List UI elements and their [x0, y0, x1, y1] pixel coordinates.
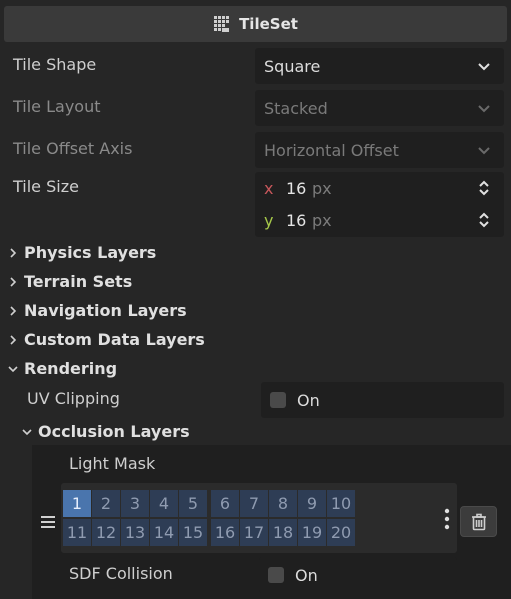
delete-layer-button[interactable]: [460, 506, 497, 537]
chevron-right-icon[interactable]: [8, 335, 18, 345]
chevron-down-icon: [478, 63, 490, 71]
light-mask-layer-10[interactable]: 10: [327, 490, 355, 517]
light-mask-layer-6[interactable]: 6: [211, 490, 239, 517]
section-terrain-sets[interactable]: Terrain Sets: [24, 272, 132, 291]
tile-size-x-value: 16: [286, 178, 307, 198]
section-physics-layers[interactable]: Physics Layers: [24, 243, 156, 262]
tile-shape-dropdown[interactable]: Square: [255, 48, 504, 84]
tile-shape-value: Square: [264, 56, 321, 76]
tile-size-x-spinbox[interactable]: x 16 px: [255, 172, 504, 204]
section-navigation-layers[interactable]: Navigation Layers: [24, 301, 187, 320]
axis-y-label: y: [264, 210, 274, 230]
chevron-right-icon[interactable]: [8, 248, 18, 258]
tile-layout-dropdown[interactable]: Stacked: [255, 90, 504, 126]
tile-size-y-spinbox[interactable]: y 16 px: [255, 204, 504, 236]
light-mask-layer-14[interactable]: 14: [150, 519, 178, 546]
tile-offset-axis-dropdown[interactable]: Horizontal Offset: [255, 132, 504, 168]
chevron-down-icon: [478, 105, 490, 113]
sdf-collision-label: SDF Collision: [69, 564, 173, 583]
tile-size-field: x 16 px y 16 px: [255, 172, 504, 237]
chevron-right-icon[interactable]: [8, 306, 18, 316]
light-mask-layer-5[interactable]: 5: [179, 490, 207, 517]
uv-clipping-label: UV Clipping: [27, 389, 120, 408]
spin-arrows-icon[interactable]: [478, 180, 490, 196]
light-mask-layer-13[interactable]: 13: [121, 519, 149, 546]
trash-icon: [471, 513, 486, 530]
light-mask-layer-9[interactable]: 9: [298, 490, 326, 517]
chevron-right-icon[interactable]: [8, 277, 18, 287]
tile-offset-axis-label: Tile Offset Axis: [13, 139, 133, 158]
tile-size-label: Tile Size: [13, 177, 79, 196]
section-occlusion-layers[interactable]: Occlusion Layers: [38, 422, 190, 441]
light-mask-layer-3[interactable]: 3: [121, 490, 149, 517]
tileset-icon: [214, 16, 230, 32]
checkbox-box[interactable]: [270, 392, 286, 408]
tile-layout-value: Stacked: [264, 98, 328, 118]
light-mask-layer-20[interactable]: 20: [327, 519, 355, 546]
light-mask-label: Light Mask: [69, 454, 156, 473]
tile-shape-label: Tile Shape: [13, 55, 97, 74]
tile-layout-label: Tile Layout: [13, 97, 101, 116]
chevron-down-icon[interactable]: [22, 427, 32, 437]
light-mask-layer-18[interactable]: 18: [269, 519, 297, 546]
header-title: TileSet: [239, 15, 298, 33]
tile-offset-axis-value: Horizontal Offset: [264, 140, 399, 160]
light-mask-layer-12[interactable]: 12: [92, 519, 120, 546]
light-mask-layer-4[interactable]: 4: [150, 490, 178, 517]
inspector-header: TileSet: [4, 6, 507, 42]
tile-size-y-value: 16: [286, 210, 307, 230]
more-options-icon[interactable]: [443, 508, 451, 530]
spin-arrows-icon[interactable]: [478, 212, 490, 228]
light-mask-layer-1[interactable]: 1: [63, 490, 91, 517]
light-mask-layer-11[interactable]: 11: [63, 519, 91, 546]
drag-handle-icon[interactable]: [40, 515, 56, 529]
section-rendering[interactable]: Rendering: [24, 359, 117, 378]
uv-clipping-checkbox[interactable]: On: [261, 382, 504, 418]
uv-clipping-on-label: On: [297, 390, 320, 410]
light-mask-layer-15[interactable]: 15: [179, 519, 207, 546]
chevron-down-icon: [478, 147, 490, 155]
tile-size-x-unit: px: [312, 178, 332, 198]
section-custom-data-layers[interactable]: Custom Data Layers: [24, 330, 205, 349]
light-mask-layer-16[interactable]: 16: [211, 519, 239, 546]
sdf-collision-checkbox[interactable]: On: [259, 557, 457, 593]
tile-size-y-unit: px: [312, 210, 332, 230]
light-mask-layer-17[interactable]: 17: [240, 519, 268, 546]
axis-x-label: x: [264, 178, 274, 198]
light-mask-layer-19[interactable]: 19: [298, 519, 326, 546]
checkbox-box[interactable]: [268, 567, 284, 583]
light-mask-layer-2[interactable]: 2: [92, 490, 120, 517]
light-mask-layer-8[interactable]: 8: [269, 490, 297, 517]
sdf-collision-on-label: On: [295, 565, 318, 585]
chevron-down-icon[interactable]: [8, 364, 18, 374]
light-mask-layer-7[interactable]: 7: [240, 490, 268, 517]
